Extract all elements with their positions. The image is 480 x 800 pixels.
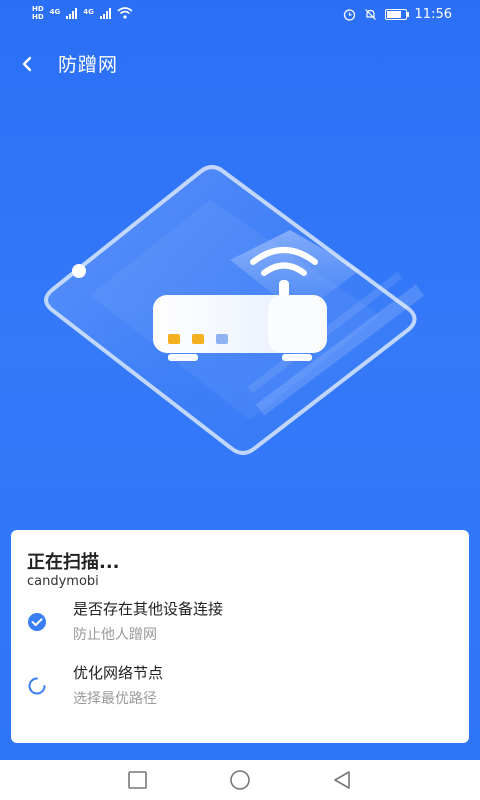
header: 防蹭网 (0, 44, 480, 84)
signal-2-icon (99, 7, 111, 19)
scan-item-title: 优化网络节点 (73, 664, 164, 682)
network-type-1: 4G (49, 8, 61, 16)
square-icon[interactable] (126, 769, 150, 791)
sim1-label: HD (32, 5, 44, 13)
status-bar: HD HD 4G 4G 11:56 (0, 0, 480, 30)
circle-icon[interactable] (228, 769, 252, 791)
router-illustration (44, 165, 425, 455)
scan-item-subtitle: 选择最优路径 (73, 691, 157, 707)
battery-icon (384, 9, 409, 20)
scan-card: 正在扫描... candymobi 是否存在其他设备连接 防止他人蹭网 优化网络… (11, 530, 469, 743)
plate-dot (72, 264, 86, 278)
scan-title: 正在扫描... (27, 552, 120, 573)
system-nav-bar (0, 760, 480, 800)
check-circle-icon (28, 613, 46, 631)
page-title: 防蹭网 (58, 54, 119, 76)
network-type-2: 4G (83, 8, 94, 16)
triangle-back-icon[interactable] (330, 769, 354, 791)
scan-item-optimize: 优化网络节点 选择最优路径 (11, 662, 469, 718)
signal-1-icon (66, 7, 78, 19)
sim2-label: HD (32, 13, 44, 21)
wifi-icon (117, 7, 133, 19)
spinner-icon (28, 677, 46, 695)
wifi-name: candymobi (27, 574, 99, 589)
scan-item-devices: 是否存在其他设备连接 防止他人蹭网 (11, 598, 469, 654)
alarm-icon (343, 9, 355, 21)
scan-item-subtitle: 防止他人蹭网 (73, 627, 157, 643)
sim-indicators: HD HD (32, 5, 44, 21)
scan-item-title: 是否存在其他设备连接 (73, 600, 224, 618)
chevron-left-icon[interactable] (16, 48, 40, 78)
status-left: HD HD 4G 4G (32, 5, 133, 21)
router-icon (153, 295, 327, 361)
status-right: 11:56 (343, 7, 452, 22)
mute-icon (364, 9, 376, 20)
clock: 11:56 (414, 7, 452, 22)
